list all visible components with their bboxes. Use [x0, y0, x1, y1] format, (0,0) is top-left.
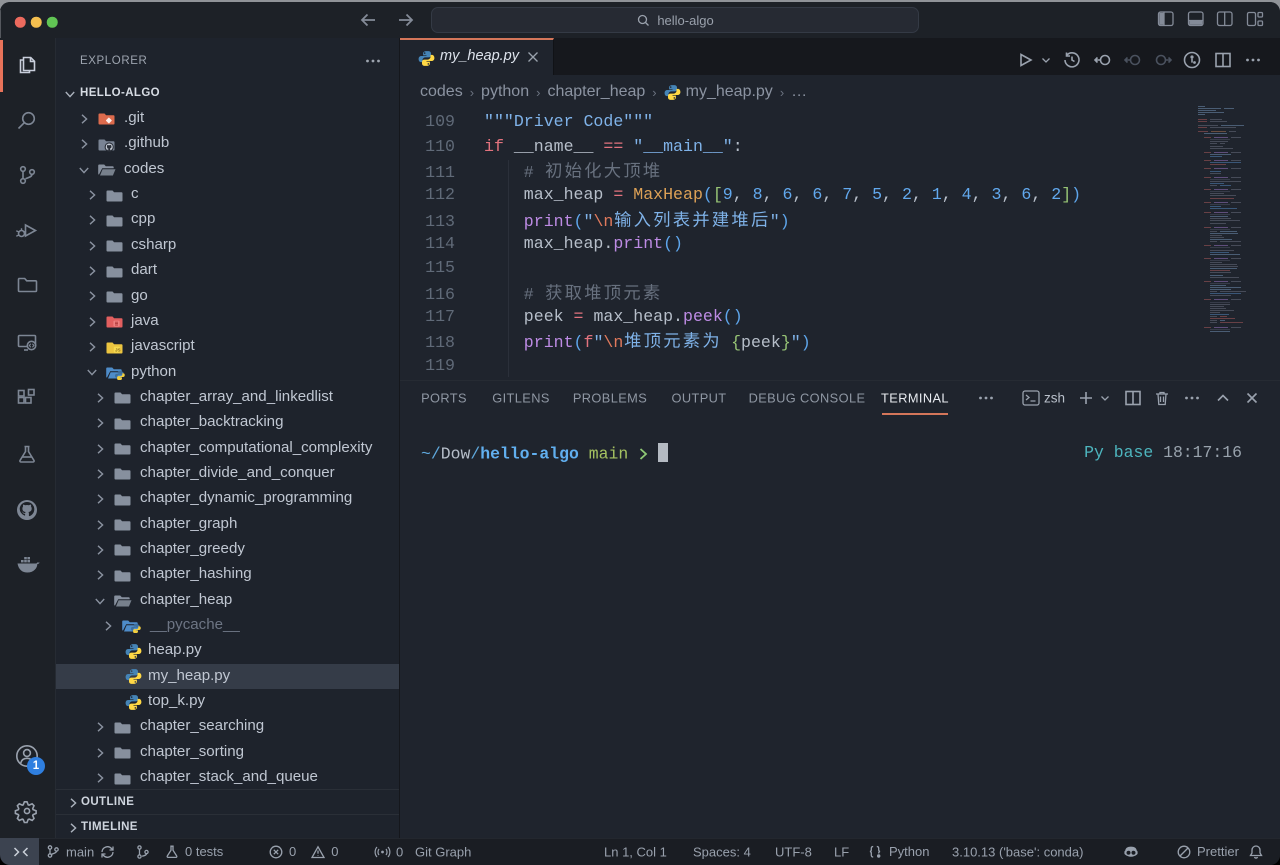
- svg-text:JS: JS: [115, 347, 121, 352]
